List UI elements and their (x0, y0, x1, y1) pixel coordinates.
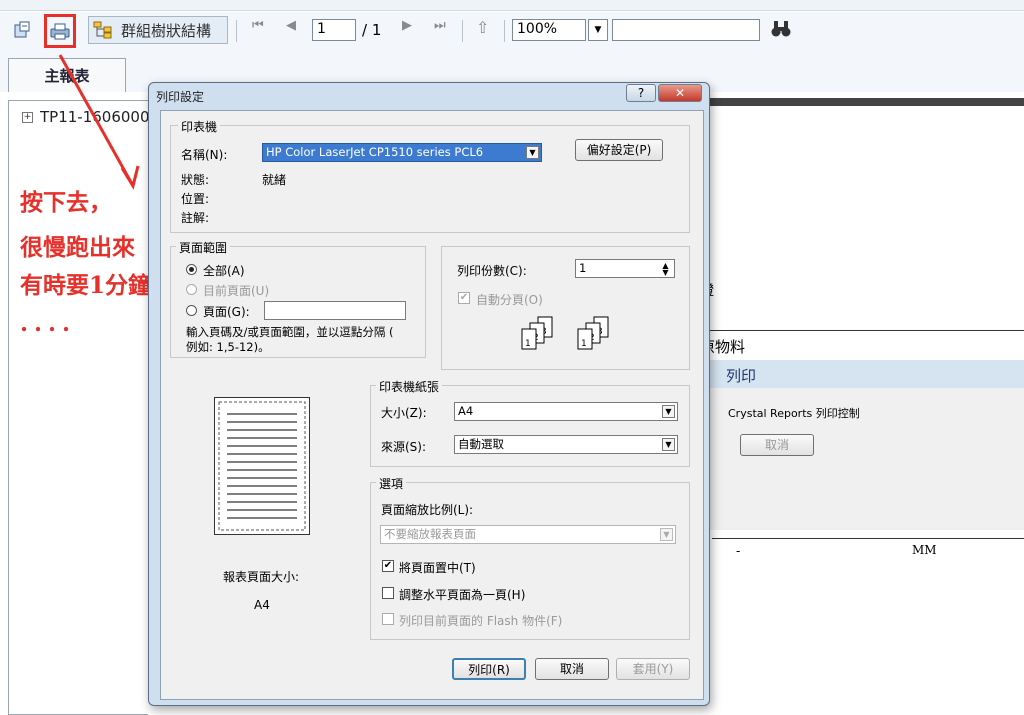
page-range-current-label: 目前頁面(U) (203, 284, 270, 298)
paper-source-value: 自動選取 (458, 437, 504, 451)
chevron-down-icon: ▼ (526, 146, 539, 159)
paper-group-label: 印表機紙張 (376, 378, 443, 395)
page-range-input[interactable] (264, 301, 406, 320)
flash-checkbox[interactable] (382, 613, 394, 625)
chevron-down-icon: ▼ (662, 438, 675, 451)
chevron-down-icon: ▼ (662, 405, 675, 418)
page-total: / 1 (362, 21, 382, 39)
page-preview-lines-icon (218, 401, 306, 531)
search-input[interactable] (612, 19, 760, 41)
page-range-pages-radio[interactable] (186, 305, 197, 316)
options-group-label: 選項 (376, 475, 407, 492)
copies-spinner[interactable]: 1 ▲ ▼ (575, 259, 675, 278)
center-page-label: 將頁面置中(T) (399, 561, 476, 575)
page-range-current-radio[interactable] (186, 284, 197, 295)
dialog-title: 列印設定 (156, 90, 205, 104)
next-page-icon[interactable]: ▶ (402, 18, 412, 33)
print-button[interactable]: 列印(R) (452, 658, 526, 680)
paper-size-label: 大小(Z): (381, 406, 427, 420)
paper-source-select[interactable]: 自動選取 ▼ (454, 435, 678, 454)
report-mm: MM (912, 543, 937, 557)
scale-label: 頁面縮放比例(L): (381, 503, 474, 517)
zoom-select[interactable]: 100% (512, 19, 586, 41)
preferences-button[interactable]: 偏好設定(P) (575, 139, 663, 161)
preview-size-label: 報表頁面大小: (223, 570, 300, 584)
print-control-title: 列印 (726, 367, 757, 385)
chevron-down-icon: ▼ (660, 528, 673, 541)
report-dash: - (736, 544, 741, 558)
svg-text:1: 1 (525, 339, 531, 349)
center-page-checkbox[interactable]: ✔ (382, 560, 394, 572)
page-range-hint: 輸入頁碼及/或頁面範圍，並以逗點分隔 ( (186, 325, 394, 339)
scale-value: 不要縮放報表頁面 (384, 527, 476, 541)
report-line (700, 330, 1024, 331)
page-number-input[interactable]: 1 (312, 19, 356, 41)
page-preview (214, 397, 310, 535)
printer-name-label: 名稱(N): (181, 148, 228, 162)
toolbar-separator (504, 20, 505, 42)
page-range-pages-label: 頁面(G): (203, 305, 250, 319)
paper-size-select[interactable]: A4 ▼ (454, 402, 678, 421)
last-page-icon[interactable]: ⏭ (434, 18, 446, 33)
drill-up-icon[interactable]: ⇧ (476, 18, 489, 37)
binoculars-icon[interactable] (770, 19, 792, 44)
annotation-line-3: 有時要1分鐘 (20, 272, 152, 299)
annotation-line-4: .... (20, 310, 77, 337)
printer-group-label: 印表機 (178, 118, 221, 135)
apply-button[interactable]: 套用(Y) (616, 658, 690, 680)
zoom-dropdown-icon[interactable]: ▼ (588, 19, 608, 41)
status-value: 就緒 (262, 173, 287, 187)
copies-label: 列印份數(C): (457, 264, 527, 278)
fit-width-label: 調整水平頁面為一頁(H) (399, 588, 526, 602)
page-range-all-radio[interactable] (186, 264, 197, 275)
flash-label: 列印目前頁面的 Flash 物件(F) (399, 614, 563, 628)
collate-illustration-icon: 3 2 1 3 2 1 (521, 316, 609, 350)
print-control-label: Crystal Reports 列印控制 (728, 407, 860, 420)
preview-size-value: A4 (254, 598, 270, 612)
close-button[interactable]: ✕ (658, 84, 702, 102)
page-range-group-label: 頁面範圍 (176, 239, 231, 256)
status-label: 狀態: (181, 173, 210, 187)
paper-size-value: A4 (458, 404, 474, 418)
cancel-button[interactable]: 取消 (535, 658, 609, 680)
print-control-titlebar (710, 360, 1024, 388)
collate-checkbox[interactable]: ✔ (458, 292, 470, 304)
annotation-line-2: 很慢跑出來 (20, 234, 135, 261)
fit-width-checkbox[interactable] (382, 587, 394, 599)
spinner-icon[interactable]: ▲ ▼ (659, 262, 672, 277)
comment-label: 註解: (181, 211, 210, 225)
toolbar-separator (462, 20, 463, 42)
printer-name-select[interactable]: HP Color LaserJet CP1510 series PCL6 ▼ (262, 143, 542, 162)
paper-source-label: 來源(S): (381, 440, 427, 454)
page-range-hint: 例如: 1,5-12)。 (186, 340, 270, 354)
svg-text:1: 1 (581, 339, 587, 349)
scale-select[interactable]: 不要縮放報表頁面 ▼ (380, 525, 676, 544)
help-button[interactable]: ? (626, 84, 656, 102)
printer-name-value: HP Color LaserJet CP1510 series PCL6 (266, 145, 484, 159)
page-range-all-label: 全部(A) (203, 264, 245, 278)
collate-label: 自動分頁(O) (476, 293, 543, 307)
report-line (712, 538, 1024, 539)
annotation-line-1: 按下去， (20, 189, 112, 216)
copies-value: 1 (579, 261, 587, 275)
location-label: 位置: (181, 192, 210, 206)
print-control-cancel-button[interactable]: 取消 (740, 434, 814, 456)
